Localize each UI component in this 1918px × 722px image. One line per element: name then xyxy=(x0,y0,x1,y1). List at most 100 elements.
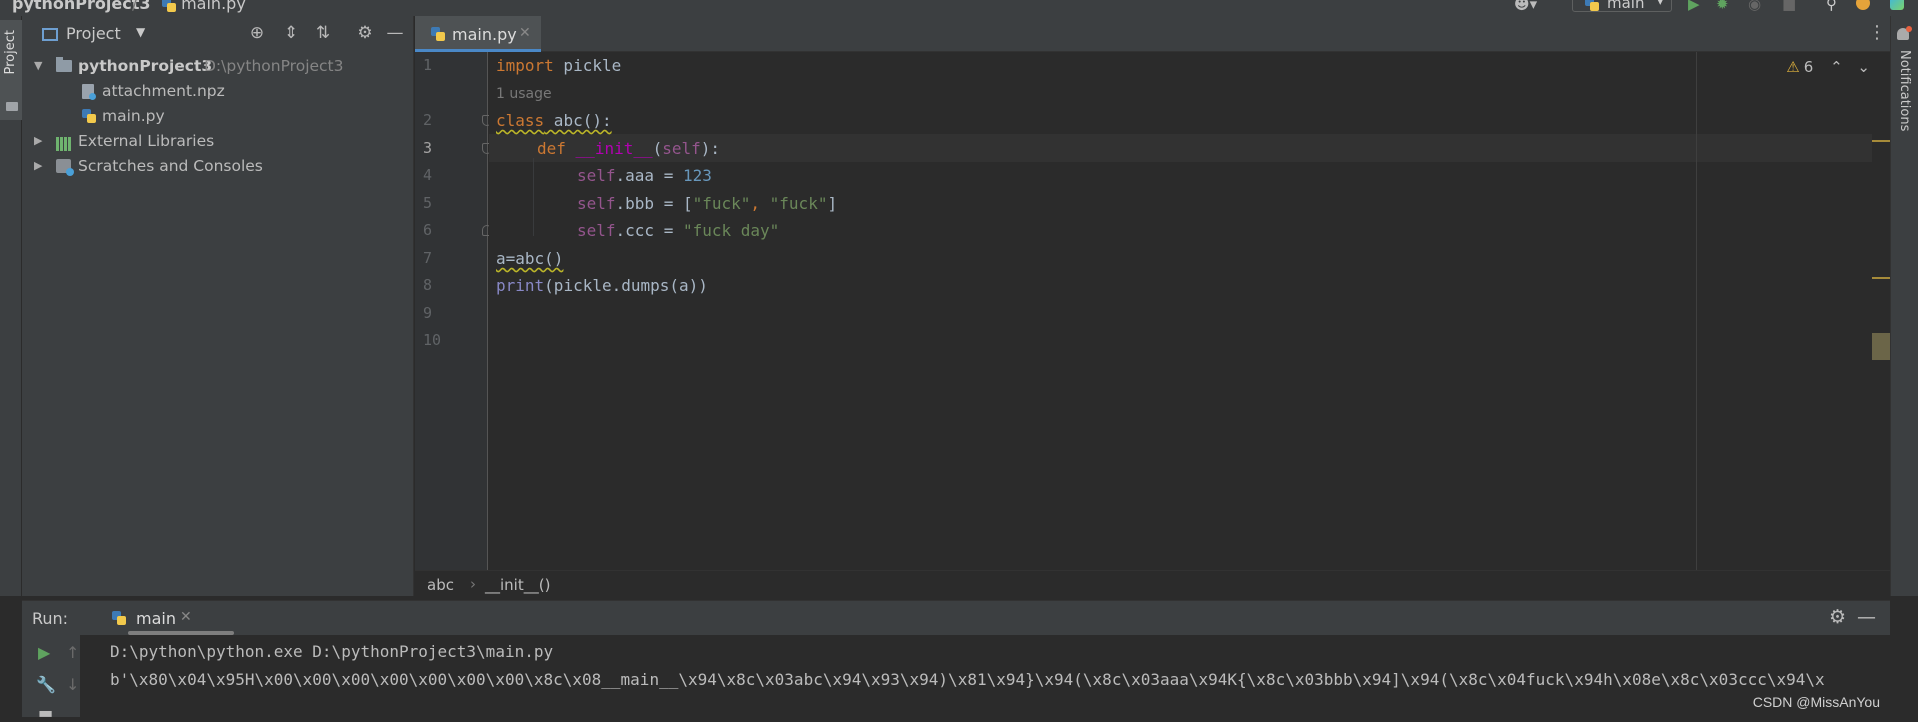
tree-item-attachment[interactable]: attachment.npz xyxy=(22,79,414,103)
line-number: 5 xyxy=(423,194,433,212)
code-line-7: a=abc() xyxy=(496,249,564,268)
error-stripe[interactable] xyxy=(1872,52,1890,570)
tree-item-label: main.py xyxy=(102,107,165,125)
chevron-right-icon[interactable]: ▶ xyxy=(34,154,42,178)
token-text: ( xyxy=(652,139,663,158)
code-line-5: self.bbb = ["fuck", "fuck"] xyxy=(577,192,837,216)
notifications-tab[interactable]: Notifications xyxy=(1897,50,1912,131)
chevron-down-icon[interactable]: ▼ xyxy=(34,54,42,78)
breadcrumb-project[interactable]: pythonProject3 xyxy=(12,0,151,13)
token-text: .aaa = xyxy=(615,166,683,185)
expand-all-icon[interactable]: ⇕ xyxy=(280,22,302,44)
editor-breadcrumb: abc › __init__() xyxy=(415,570,1890,600)
line-number: 6 xyxy=(423,221,433,239)
python-file-icon xyxy=(82,109,96,123)
breadcrumb-file-label: main.py xyxy=(181,0,246,13)
run-tab-label: main xyxy=(136,609,176,628)
stop-icon[interactable]: ■ xyxy=(1782,0,1796,12)
locate-icon[interactable]: ⊕ xyxy=(246,22,268,44)
collapse-all-icon[interactable]: ⇅ xyxy=(312,22,334,44)
search-icon[interactable]: ⚲ xyxy=(1826,0,1837,12)
coverage-icon[interactable]: ◉ xyxy=(1748,0,1761,12)
run-toolbar: ▶ ↑ 🔧 ↓ ▬ xyxy=(22,635,81,722)
code-line-2: class abc(): xyxy=(496,109,612,133)
chevron-down-icon[interactable]: ⌄ xyxy=(1857,58,1870,76)
wrench-icon[interactable]: 🔧 xyxy=(36,675,56,694)
tree-root-path: D:\pythonProject3 xyxy=(204,57,344,75)
token-text: .ccc = xyxy=(615,221,683,240)
console-output[interactable]: D:\python\python.exe D:\pythonProject3\m… xyxy=(80,635,1890,717)
run-icon[interactable]: ▶ xyxy=(1688,0,1700,12)
breadcrumb-separator: / xyxy=(132,0,138,13)
arrow-up-icon[interactable]: ↑ xyxy=(66,643,79,662)
scratches-icon xyxy=(56,159,74,176)
line-number: 9 xyxy=(423,304,433,322)
token-number: 123 xyxy=(682,166,712,185)
arrow-down-icon[interactable]: ↓ xyxy=(66,675,79,694)
add-user-icon[interactable]: ☻▾ xyxy=(1514,0,1537,12)
project-view-title[interactable]: Project xyxy=(66,24,121,43)
debug-icon[interactable]: ✹ xyxy=(1716,0,1729,12)
console-line: b'\x80\x04\x95H\x00\x00\x00\x00\x00\x00\… xyxy=(110,670,1825,689)
project-tool-tab[interactable]: Project xyxy=(0,20,22,120)
chevron-down-icon[interactable]: ▼ xyxy=(136,25,145,39)
python-file-icon xyxy=(1585,0,1599,11)
line-number: 7 xyxy=(423,249,433,267)
tree-item-external-libraries[interactable]: ▶ External Libraries xyxy=(22,129,414,153)
minimize-icon[interactable]: — xyxy=(1857,606,1876,628)
code-line-1: import pickle xyxy=(496,54,621,78)
editor-tab-bar: main.py ✕ ⋮ xyxy=(415,16,1890,52)
chevron-up-icon[interactable]: ⌃ xyxy=(1830,58,1843,76)
line-number: 10 xyxy=(423,331,442,349)
token-keyword: def xyxy=(537,139,566,158)
breadcrumb-file[interactable]: main.py xyxy=(162,0,246,13)
python-file-icon xyxy=(162,0,176,12)
minimize-icon[interactable]: — xyxy=(384,22,406,44)
tree-item-label: attachment.npz xyxy=(102,82,225,100)
project-panel: Project ▼ ⊕ ⇕ ⇅ ⚙ — ▼ pythonProject3 D:\… xyxy=(22,16,414,596)
project-window-icon xyxy=(42,28,58,41)
watermark: CSDN @MissAnYou xyxy=(1752,694,1880,710)
chevron-right-icon[interactable]: ▶ xyxy=(34,129,42,153)
scrollbar-thumb[interactable] xyxy=(1872,333,1890,360)
gear-icon[interactable]: ⚙ xyxy=(1829,606,1846,628)
token-text: pickle xyxy=(553,56,622,75)
more-options-icon[interactable]: ⋮ xyxy=(1868,22,1886,43)
library-icon xyxy=(56,134,72,151)
tree-item-scratches[interactable]: ▶ Scratches and Consoles xyxy=(22,154,414,178)
tree-root-name: pythonProject3 xyxy=(78,57,213,75)
run-tab-main[interactable]: main ✕ xyxy=(74,601,234,635)
token-keyword: class xyxy=(496,111,545,130)
update-icon[interactable] xyxy=(1856,0,1870,10)
tree-item-main-py[interactable]: main.py xyxy=(22,104,414,128)
jetbrains-logo-icon xyxy=(1890,0,1904,10)
npz-file-icon xyxy=(82,84,96,100)
notification-dot xyxy=(1906,26,1912,32)
tab-main-py[interactable]: main.py ✕ xyxy=(415,16,541,52)
warning-marker[interactable] xyxy=(1872,277,1890,279)
project-tool-label: Project xyxy=(3,30,18,75)
stop-icon[interactable]: ▬ xyxy=(38,703,53,722)
indent-guide xyxy=(533,158,534,236)
close-icon[interactable]: ✕ xyxy=(519,25,531,41)
token-keyword: import xyxy=(496,56,554,75)
usage-hint[interactable]: 1 usage xyxy=(496,82,552,106)
warning-marker[interactable] xyxy=(1872,140,1890,142)
line-number-gutter: 1 2 3 4 5 6 7 8 9 10 xyxy=(415,52,492,570)
token-text: ): xyxy=(700,139,721,158)
code-editor[interactable]: import pickle 1 usage class abc(): def _… xyxy=(489,52,1890,570)
rerun-icon[interactable]: ▶ xyxy=(38,643,50,662)
python-file-icon xyxy=(112,611,126,625)
run-config-selector[interactable]: main ▾ xyxy=(1572,0,1672,12)
breadcrumb-class[interactable]: abc xyxy=(427,576,454,594)
line-number: 4 xyxy=(423,166,433,184)
breadcrumb-method[interactable]: __init__() xyxy=(485,576,550,594)
gear-icon[interactable]: ⚙ xyxy=(354,22,376,44)
token-self: self xyxy=(577,194,616,213)
code-line-4: self.aaa = 123 xyxy=(577,164,712,188)
inspection-widget[interactable]: ⚠ 6 ⌃ ⌄ xyxy=(1786,58,1870,76)
warning-icon: ⚠ xyxy=(1786,58,1800,76)
tree-item-label: Scratches and Consoles xyxy=(78,157,263,175)
tree-root-project[interactable]: ▼ pythonProject3 D:\pythonProject3 xyxy=(22,54,414,78)
close-icon[interactable]: ✕ xyxy=(180,609,192,625)
